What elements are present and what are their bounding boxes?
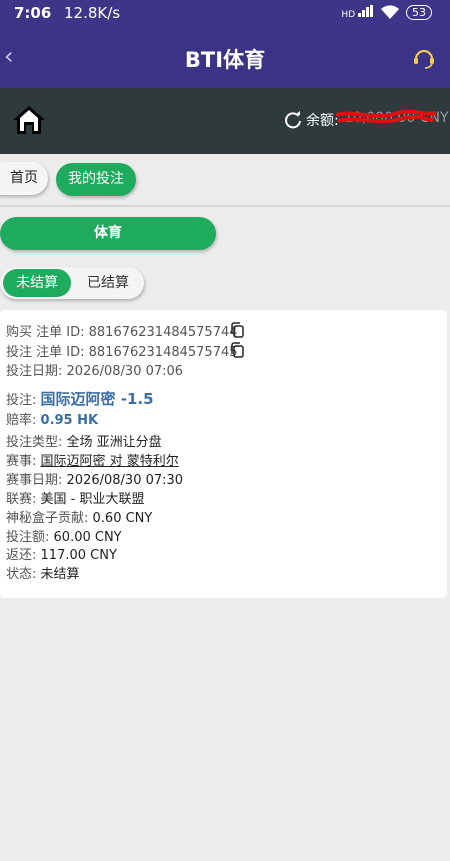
bet-id: 881676231484575745: [88, 345, 238, 360]
status-bar: 7:06 12.8K/s HD 53: [0, 0, 450, 26]
match-date: 2026/08/30 07:30: [66, 473, 184, 488]
match-row: 赛事: 国际迈阿密 对 蒙特利尔: [6, 454, 179, 469]
bet-status: 未结算: [40, 567, 80, 582]
category-sport-button[interactable]: 体育: [0, 217, 216, 250]
odds-row: 赔率: 0.95 HK: [6, 413, 99, 428]
tab-my-bets[interactable]: 我的投注: [56, 163, 136, 196]
match-date-row: 赛事日期: 2026/08/30 07:30: [6, 473, 184, 488]
league-row: 联赛: 美国 - 职业大联盟: [6, 492, 145, 507]
bet-odds: 0.95 HK: [40, 413, 99, 428]
wifi-icon: [381, 5, 399, 19]
refresh-icon[interactable]: [284, 111, 302, 129]
bet-date-row: 投注日期: 2026/08/30 07:06: [6, 364, 184, 379]
redaction-scribble: [335, 110, 437, 124]
status-row: 状态: 未结算: [6, 567, 80, 582]
status-icons: HD 53: [341, 4, 432, 20]
bet-id-row: 投注 注单 ID: 881676231484575745: [6, 345, 238, 360]
bet-date: 2026/08/30 07:06: [66, 364, 184, 379]
return-row: 返还: 117.00 CNY: [6, 548, 117, 563]
mystery-box-row: 神秘盒子贡献: 0.60 CNY: [6, 511, 153, 526]
toggle-settled[interactable]: 已结算: [76, 269, 140, 297]
purchase-id: 881676231484575744: [88, 325, 238, 340]
signal-icon: HD: [341, 4, 374, 20]
battery-icon: 53: [406, 4, 432, 20]
bet-type-row: 投注类型: 全场 亚洲让分盘: [6, 435, 162, 450]
bet-pick: 国际迈阿密 -1.5: [40, 390, 154, 408]
divider: [0, 205, 450, 207]
app-header: ‹ BTI体育: [0, 26, 450, 88]
purchase-id-row: 购买 注单 ID: 881676231484575744: [6, 325, 238, 340]
home-icon[interactable]: [12, 104, 46, 136]
page-title: BTI体育: [184, 48, 266, 72]
league: 美国 - 职业大联盟: [40, 492, 145, 507]
settlement-toggle: 未结算 已结算: [0, 267, 144, 299]
bet-card: 购买 注单 ID: 881676231484575744 投注 注单 ID: 8…: [0, 310, 447, 598]
match-link[interactable]: 国际迈阿密 对 蒙特利尔: [41, 454, 179, 469]
tab-home[interactable]: 首页: [0, 162, 48, 195]
bet-type: 全场 亚洲让分盘: [66, 435, 162, 450]
mystery-box-contribution: 0.60 CNY: [92, 511, 153, 526]
customer-support-icon[interactable]: [412, 46, 436, 70]
copy-icon[interactable]: [230, 322, 244, 338]
copy-icon[interactable]: [230, 342, 244, 358]
stake: 60.00 CNY: [53, 530, 122, 545]
status-speed: 12.8K/s: [64, 4, 121, 22]
stake-row: 投注额: 60.00 CNY: [6, 530, 122, 545]
return-amount: 117.00 CNY: [40, 548, 117, 563]
toggle-unsettled[interactable]: 未结算: [3, 269, 71, 297]
pick-row: 投注: 国际迈阿密 -1.5: [6, 390, 154, 408]
balance-bar: 余额: 10,000.00 CNY: [0, 88, 450, 154]
status-time: 7:06: [14, 4, 52, 22]
